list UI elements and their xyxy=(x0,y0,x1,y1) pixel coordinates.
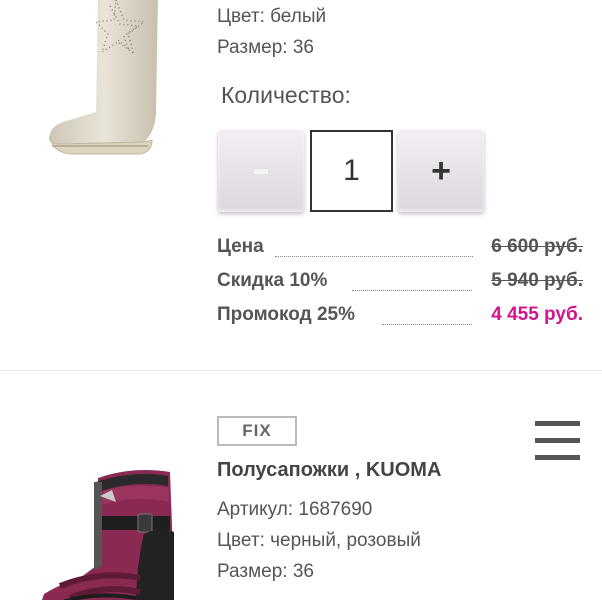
quantity-input[interactable] xyxy=(310,130,393,212)
product-image-kuoma-boot[interactable] xyxy=(40,466,190,600)
plus-icon: + xyxy=(431,152,451,190)
price-row: Цена 6 600 руб. xyxy=(217,236,583,262)
product-title[interactable]: Полусапожки , KUOMA xyxy=(217,459,441,482)
quantity-label: Количество: xyxy=(221,82,351,108)
dotted-leader xyxy=(275,256,473,257)
minus-icon xyxy=(254,168,268,174)
menu-icon[interactable] xyxy=(535,421,580,461)
dotted-leader xyxy=(382,324,472,325)
price-value: 6 600 руб. xyxy=(491,236,583,257)
promo-label: Промокод 25% xyxy=(217,304,356,325)
discount-value: 5 940 руб. xyxy=(491,270,583,291)
item-article: Артикул: 1687690 xyxy=(217,499,373,520)
cart-item-1: Цвет: белый Размер: 36 Количество: + Цен… xyxy=(0,0,602,370)
item-color: Цвет: белый xyxy=(217,6,327,27)
quantity-increase-button[interactable]: + xyxy=(398,130,484,212)
discount-label: Скидка 10% xyxy=(217,270,328,291)
discount-row: Скидка 10% 5 940 руб. xyxy=(217,270,583,296)
cart-item-2: FIX Полусапожки , KUOMA Артикул: 1687690… xyxy=(0,371,602,600)
promo-value: 4 455 руб. xyxy=(491,304,583,325)
promo-row: Промокод 25% 4 455 руб. xyxy=(217,304,583,330)
item-size: Размер: 36 xyxy=(217,561,314,582)
item-size: Размер: 36 xyxy=(217,37,314,58)
brand-badge: FIX xyxy=(217,416,297,446)
product-image-felt-boot[interactable] xyxy=(40,0,170,166)
item-color: Цвет: черный, розовый xyxy=(217,530,421,551)
price-label: Цена xyxy=(217,236,264,257)
quantity-decrease-button[interactable] xyxy=(218,130,304,212)
dotted-leader xyxy=(352,290,472,291)
